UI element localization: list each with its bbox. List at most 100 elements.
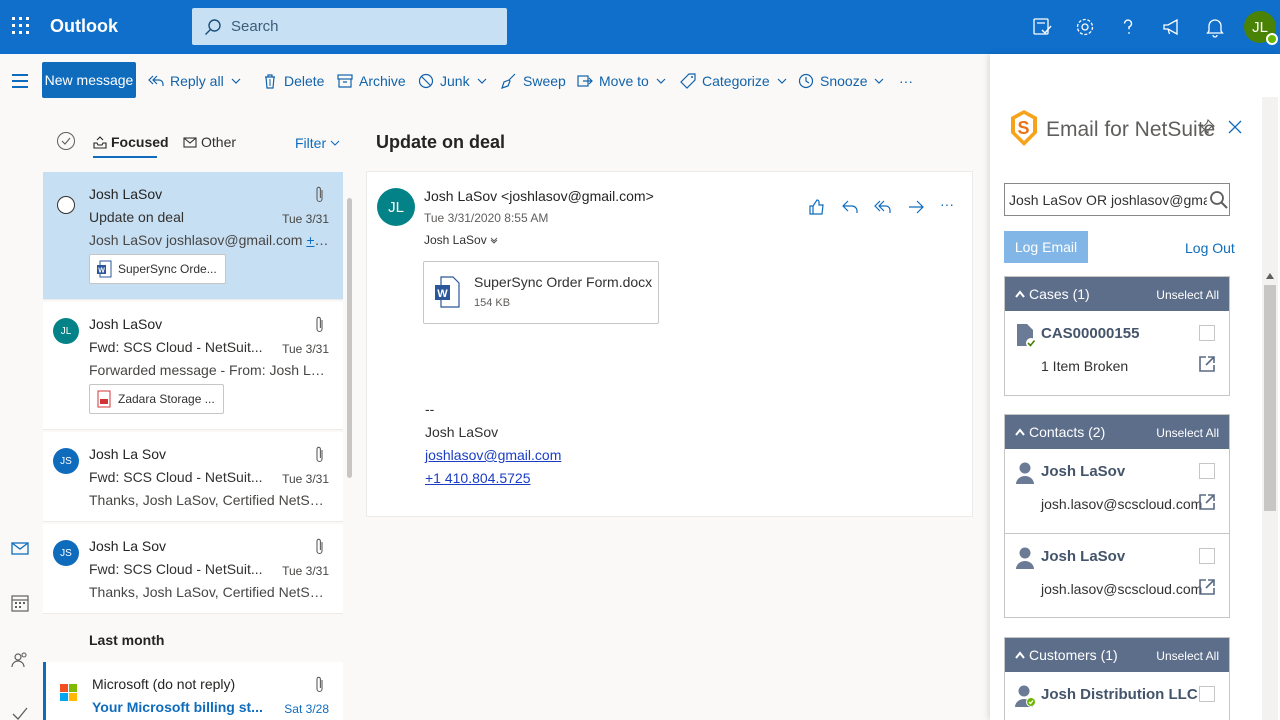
mail-icon[interactable] <box>10 538 30 558</box>
message-more-button[interactable]: ··· <box>940 196 954 212</box>
attachment-chip[interactable]: W SuperSync Orde... <box>89 254 226 284</box>
like-thumbs-up-icon[interactable] <box>808 198 826 216</box>
move-folder-icon <box>577 75 593 87</box>
cases-header[interactable]: Cases (1) Unselect All <box>1005 277 1229 311</box>
filter-button[interactable]: Filter <box>295 135 340 151</box>
message-to[interactable]: Josh LaSov <box>424 233 498 247</box>
item-subject: Fwd: SCS Cloud - NetSuit... <box>89 339 263 355</box>
open-external-icon[interactable] <box>1198 355 1216 373</box>
help-icon[interactable] <box>1116 15 1140 39</box>
attachment-chip[interactable]: Zadara Storage ... <box>89 384 224 414</box>
user-avatar[interactable]: JL <box>1244 11 1278 45</box>
tab-other[interactable]: Other <box>183 134 236 150</box>
more-actions-button[interactable]: ··· <box>899 70 913 92</box>
app-name[interactable]: Outlook <box>50 16 118 37</box>
email-link[interactable]: joshlasov@gmail.com <box>425 447 561 463</box>
sweep-button[interactable]: Sweep <box>501 70 566 92</box>
log-out-link[interactable]: Log Out <box>1185 240 1235 256</box>
chevron-down-icon <box>477 78 487 84</box>
search-input[interactable] <box>231 18 491 35</box>
contacts-unselect-all[interactable]: Unselect All <box>1156 426 1219 440</box>
people-icon[interactable] <box>10 650 30 670</box>
item-subject: Fwd: SCS Cloud - NetSuit... <box>89 561 263 577</box>
categorize-button[interactable]: Categorize <box>680 70 794 92</box>
cases-unselect-all[interactable]: Unselect All <box>1156 288 1219 302</box>
hamburger-menu-icon[interactable] <box>12 74 30 88</box>
contact-record: Josh LaSov josh.lasov@scscloud.com <box>1005 449 1229 533</box>
select-message-radio[interactable] <box>57 196 75 214</box>
open-external-icon[interactable] <box>1198 493 1216 511</box>
notifications-bell-icon[interactable] <box>1203 15 1227 39</box>
reply-icon[interactable] <box>841 198 859 216</box>
contact-record-name[interactable]: Josh LaSov <box>1041 463 1125 480</box>
attachment-file-name: SuperSync Order Form.docx <box>474 274 653 290</box>
list-item[interactable]: JL Josh LaSov Fwd: SCS Cloud - NetSuit..… <box>43 302 343 430</box>
reply-all-button[interactable]: Reply all <box>148 70 224 92</box>
customers-unselect-all[interactable]: Unselect All <box>1156 649 1219 663</box>
scrollbar-thumb[interactable] <box>1264 285 1276 511</box>
app-launcher-icon[interactable] <box>12 17 30 35</box>
trash-icon <box>265 74 275 89</box>
list-item[interactable]: JS Josh La Sov Fwd: SCS Cloud - NetSuit.… <box>43 524 343 614</box>
chevron-down-icon <box>490 237 498 244</box>
reply-options-dropdown[interactable] <box>230 70 248 92</box>
close-icon[interactable] <box>1228 120 1242 134</box>
scroll-up-arrow-icon[interactable] <box>1266 273 1274 279</box>
item-date: Tue 3/31 <box>282 564 329 578</box>
message-list-scrollbar[interactable] <box>343 172 355 720</box>
contact-record-name[interactable]: Josh LaSov <box>1041 548 1125 565</box>
message-subject: Update on deal <box>376 132 506 152</box>
list-item[interactable]: Josh LaSov Update on deal Tue 3/31 Josh … <box>43 172 343 300</box>
phone-link[interactable]: +1 410.804.5725 <box>306 232 329 248</box>
new-message-button[interactable]: New message <box>42 62 136 98</box>
netsuite-search-input[interactable] <box>1009 191 1207 208</box>
addin-scrollbar[interactable] <box>1262 97 1278 720</box>
contact-record: Josh LaSov josh.lasov@scscloud.com <box>1005 533 1229 617</box>
paperclip-icon <box>316 186 323 203</box>
feedback-megaphone-icon[interactable] <box>1160 15 1184 39</box>
calendar-icon[interactable] <box>10 593 30 613</box>
case-record-checkbox[interactable] <box>1199 325 1215 341</box>
contacts-section: Contacts (2) Unselect All Josh LaSov jos… <box>1004 414 1230 618</box>
message-from[interactable]: Josh LaSov <joshlasov@gmail.com> <box>424 188 654 204</box>
junk-button[interactable]: Junk <box>418 70 494 92</box>
case-record-name[interactable]: CAS00000155 <box>1041 325 1139 342</box>
reply-all-icon[interactable] <box>874 198 892 216</box>
move-to-button[interactable]: Move to <box>577 70 673 92</box>
netsuite-s-logo-icon: S <box>1011 110 1037 146</box>
attachment-card[interactable]: W SuperSync Order Form.docx 154 KB <box>423 261 659 324</box>
scrollbar-thumb[interactable] <box>347 198 352 478</box>
log-email-button[interactable]: Log Email <box>1004 231 1088 263</box>
item-subject: Update on deal <box>89 209 184 225</box>
archive-button[interactable]: Archive <box>337 70 406 92</box>
contacts-header[interactable]: Contacts (2) Unselect All <box>1005 415 1229 449</box>
contacts-header-label: Contacts (2) <box>1029 424 1106 440</box>
search-box[interactable] <box>192 8 507 45</box>
contact-record-checkbox[interactable] <box>1199 548 1215 564</box>
search-icon[interactable] <box>1209 190 1229 210</box>
settings-gear-icon[interactable] <box>1073 15 1097 39</box>
list-item[interactable]: JS Josh La Sov Fwd: SCS Cloud - NetSuit.… <box>43 432 343 522</box>
list-item[interactable]: Microsoft (do not reply) Your Microsoft … <box>43 662 343 720</box>
my-day-icon[interactable] <box>1030 15 1054 39</box>
forward-icon[interactable] <box>907 198 925 216</box>
contact-record-checkbox[interactable] <box>1199 463 1215 479</box>
tasks-check-icon[interactable] <box>10 704 30 720</box>
delete-button[interactable]: Delete <box>262 70 324 92</box>
envelope-icon <box>183 137 197 148</box>
sender-avatar[interactable]: JL <box>377 188 415 226</box>
tab-focused[interactable]: Focused <box>93 134 169 158</box>
pin-icon[interactable] <box>1198 118 1216 136</box>
select-all-checkbox[interactable] <box>57 132 75 150</box>
chevron-down-icon <box>656 78 666 84</box>
customers-header[interactable]: Customers (1) Unselect All <box>1005 638 1229 672</box>
phone-link[interactable]: +1 410.804.5725 <box>425 470 531 486</box>
archive-icon <box>337 74 353 88</box>
open-external-icon[interactable] <box>1198 578 1216 596</box>
customer-record-checkbox[interactable] <box>1199 686 1215 702</box>
item-date: Sat 3/28 <box>284 702 329 716</box>
item-preview-text: Josh LaSov joshlasov@gmail.com <box>89 232 307 248</box>
netsuite-search-box[interactable] <box>1004 183 1230 216</box>
customer-record-name[interactable]: Josh Distribution LLC <box>1041 686 1198 703</box>
snooze-button[interactable]: Snooze <box>798 70 891 92</box>
